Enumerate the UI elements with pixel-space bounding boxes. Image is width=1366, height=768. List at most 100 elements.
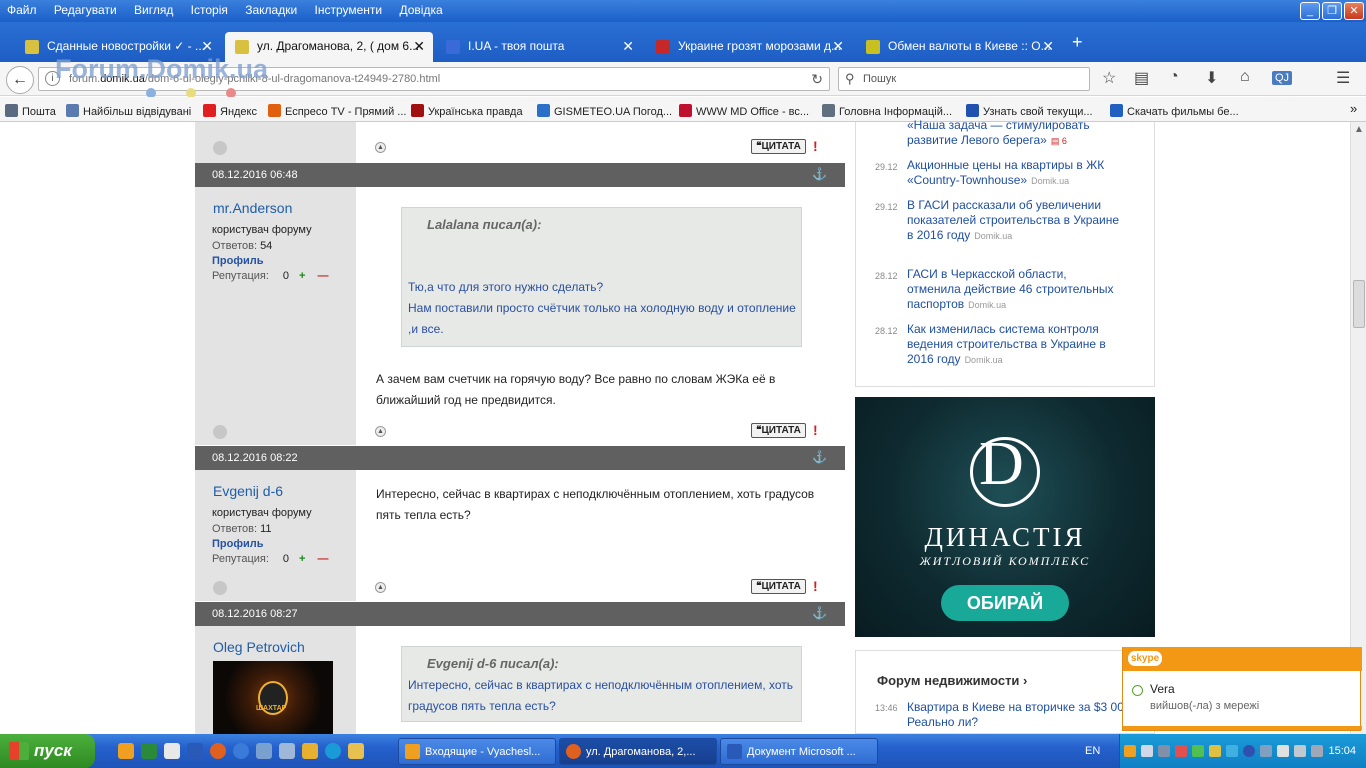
author-name[interactable]: Evgenij d-6	[213, 483, 283, 499]
tab-close-icon[interactable]: ✕	[622, 38, 634, 55]
excel-icon[interactable]	[141, 743, 157, 759]
rep-plus-button[interactable]: +	[299, 553, 305, 565]
tab-iua[interactable]: I.UA - твоя пошта ✕	[436, 32, 642, 62]
download-icon[interactable]: ⬇	[1205, 68, 1218, 88]
author-name[interactable]: Oleg Petrovich	[213, 639, 305, 655]
start-button[interactable]: пуск	[0, 734, 95, 768]
menu-history[interactable]: Історія	[184, 0, 235, 20]
quote-button[interactable]: ❝ЦИТАТА	[751, 579, 806, 594]
tab-morozy[interactable]: Украине грозят морозами д... ✕	[646, 32, 852, 62]
tray-network-icon[interactable]	[1158, 745, 1170, 757]
bookmark-item[interactable]: Узнать свой текущи...	[966, 104, 1093, 118]
quote-button[interactable]: ❝ЦИТАТА	[751, 139, 806, 154]
tray-app-icon[interactable]	[1260, 745, 1272, 757]
search-input[interactable]: ⚲ Пошук	[838, 67, 1090, 91]
ad-banner[interactable]: D ДИНАСТІЯ ЖИТЛОВИЙ КОМПЛЕКС ОБИРАЙ	[855, 397, 1155, 637]
profile-link[interactable]: Профиль	[212, 255, 263, 267]
bookmark-item[interactable]: Скачать фильмы бе...	[1110, 104, 1239, 118]
scroll-up-icon[interactable]: ▲	[375, 426, 386, 437]
bookmarks-more-icon[interactable]: »	[1350, 101, 1357, 116]
word-icon[interactable]	[187, 743, 203, 759]
news-item[interactable]: ГАСИ в Черкасской области, отменила дейс…	[907, 267, 1122, 313]
volume-icon[interactable]	[1294, 745, 1306, 757]
skype-notification[interactable]: skype Vera вийшов(-ла) з мережі	[1122, 647, 1362, 731]
back-button[interactable]: ←	[6, 66, 34, 94]
task-firefox[interactable]: ул. Драгоманова, 2,...	[559, 738, 717, 765]
minimize-button[interactable]: _	[1300, 2, 1320, 20]
star-icon[interactable]: ☆	[1102, 68, 1116, 88]
maximize-button[interactable]: ❐	[1322, 2, 1342, 20]
bookmark-item[interactable]: WWW MD Office - вс...	[679, 104, 809, 118]
skype-icon[interactable]	[325, 743, 341, 759]
report-icon[interactable]: !	[813, 422, 818, 438]
language-indicator[interactable]: EN	[1085, 745, 1100, 757]
bookmark-item[interactable]: GISMETEO.UA Погод...	[537, 104, 672, 118]
tray-skype-icon[interactable]	[1226, 745, 1238, 757]
menu-view[interactable]: Вигляд	[127, 0, 180, 20]
reload-icon[interactable]: ↻	[811, 71, 823, 88]
news-item[interactable]: «Наша задача — стимулировать развитие Ле…	[907, 118, 1122, 149]
tab-close-icon[interactable]: ✕	[832, 38, 844, 55]
tab-close-icon[interactable]: ✕	[413, 38, 425, 55]
outlook-icon[interactable]	[118, 743, 134, 759]
bookmark-item[interactable]: Найбільш відвідувані	[66, 104, 191, 118]
folder-icon[interactable]	[348, 743, 364, 759]
vertical-scrollbar[interactable]: ▲	[1350, 122, 1366, 734]
news-item[interactable]: Как изменилась система контроля ведения …	[907, 322, 1122, 368]
tray-antivirus-icon[interactable]	[1192, 745, 1204, 757]
home-icon[interactable]: ⌂	[1240, 68, 1250, 86]
network-icon[interactable]	[256, 743, 272, 759]
bookmark-item[interactable]: Українська правда	[411, 104, 523, 118]
forum-widget-topic[interactable]: Квартира в Киеве на вторичке за $3 000. …	[907, 700, 1154, 730]
new-tab-button[interactable]: +	[1072, 32, 1083, 53]
rep-minus-button[interactable]: —	[317, 270, 328, 282]
author-name[interactable]: mr.Anderson	[213, 200, 292, 216]
tab-obmen[interactable]: Обмен валюты в Киеве :: О... ✕	[856, 32, 1062, 62]
rep-minus-button[interactable]: —	[317, 553, 328, 565]
bookmark-item[interactable]: Головна Інформацій...	[822, 104, 952, 118]
task-outlook[interactable]: Входящие - Vyachesl...	[398, 738, 556, 765]
tray-app-icon[interactable]	[1175, 745, 1187, 757]
tab-close-icon[interactable]: ✕	[201, 38, 213, 55]
menu-file[interactable]: Файл	[0, 0, 44, 20]
media-icon[interactable]	[302, 743, 318, 759]
menu-tools[interactable]: Інструменти	[308, 0, 390, 20]
quote-button[interactable]: ❝ЦИТАТА	[751, 423, 806, 438]
tray-safely-remove-icon[interactable]	[1277, 745, 1289, 757]
menu-edit[interactable]: Редагувати	[47, 0, 124, 20]
notepad-icon[interactable]	[164, 743, 180, 759]
reading-list-icon[interactable]: ▤	[1134, 68, 1149, 88]
profile-link[interactable]: Профиль	[212, 538, 263, 550]
tab-close-icon[interactable]: ✕	[1042, 38, 1054, 55]
scroll-thumb[interactable]	[1353, 280, 1365, 328]
forum-widget-heading[interactable]: Форум недвижимости ›	[877, 673, 1027, 688]
ie-icon[interactable]	[233, 743, 249, 759]
menu-bookmarks[interactable]: Закладки	[238, 0, 304, 20]
news-item[interactable]: Акционные цены на квартиры в ЖК «Country…	[907, 158, 1122, 189]
news-item[interactable]: В ГАСИ рассказали об увеличении показате…	[907, 198, 1122, 244]
tray-update-icon[interactable]	[1209, 745, 1221, 757]
anchor-icon[interactable]: ⚓	[812, 167, 827, 181]
tray-display-icon[interactable]	[1141, 745, 1153, 757]
tray-outlook-icon[interactable]	[1124, 745, 1136, 757]
bookmark-item[interactable]: Пошта	[5, 104, 56, 118]
scroll-up-icon[interactable]: ▲	[375, 582, 386, 593]
pocket-icon[interactable]: ◔	[1169, 68, 1179, 86]
tray-app-icon[interactable]	[1311, 745, 1323, 757]
tray-bluetooth-icon[interactable]	[1243, 745, 1255, 757]
report-icon[interactable]: !	[813, 578, 818, 594]
menu-help[interactable]: Довідка	[392, 0, 449, 20]
menu-icon[interactable]: ☰	[1336, 68, 1350, 88]
anchor-icon[interactable]: ⚓	[812, 606, 827, 620]
bookmark-item[interactable]: Еспресо TV - Прямий ...	[268, 104, 406, 118]
ad-choose-button[interactable]: ОБИРАЙ	[941, 585, 1069, 621]
bookmark-item[interactable]: Яндекс	[203, 104, 257, 118]
anchor-icon[interactable]: ⚓	[812, 450, 827, 464]
rep-plus-button[interactable]: +	[299, 270, 305, 282]
scroll-up-icon[interactable]: ▲	[375, 142, 386, 153]
send-icon[interactable]	[279, 743, 295, 759]
report-icon[interactable]: !	[813, 138, 818, 154]
task-word[interactable]: Документ Microsoft ...	[720, 738, 878, 765]
firefox-icon[interactable]	[210, 743, 226, 759]
close-window-button[interactable]: ✕	[1344, 2, 1364, 20]
